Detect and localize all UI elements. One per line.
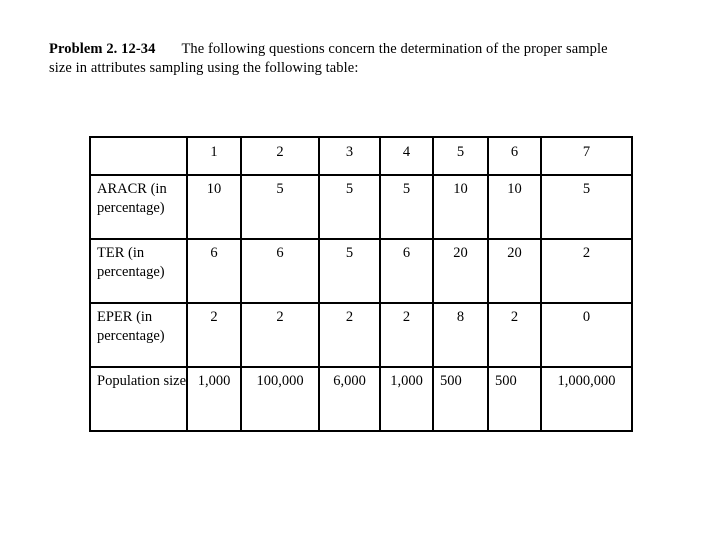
column-header: 6 <box>487 136 542 176</box>
column-header: 2 <box>240 136 320 176</box>
problem-statement: Problem 2. 12-34 The following questions … <box>49 40 689 78</box>
column-header: 5 <box>432 136 489 176</box>
row-label: Population size <box>89 366 188 432</box>
table-cell: 2 <box>379 302 434 368</box>
table-corner-cell <box>89 136 188 176</box>
table-header-row: 1 2 3 4 5 6 7 <box>89 136 633 176</box>
table-cell: 6 <box>186 238 242 304</box>
table-cell: 6,000 <box>318 366 381 432</box>
table-cell: 5 <box>379 174 434 240</box>
table-cell: 0 <box>540 302 633 368</box>
table-row-population: Population size 1,000 100,000 6,000 1,00… <box>89 366 633 432</box>
table-cell: 6 <box>379 238 434 304</box>
table-cell: 10 <box>487 174 542 240</box>
column-header: 4 <box>379 136 434 176</box>
problem-label: Problem 2. 12-34 <box>49 41 156 57</box>
table-row-eper: EPER (in percentage) 2 2 2 2 8 2 0 <box>89 302 633 368</box>
problem-text-line1: The following questions concern the dete… <box>181 41 608 57</box>
table-cell: 10 <box>186 174 242 240</box>
table-cell: 500 <box>487 366 542 432</box>
table-cell: 2 <box>487 302 542 368</box>
table-cell: 5 <box>318 238 381 304</box>
table-cell: 20 <box>432 238 489 304</box>
table-cell: 5 <box>540 174 633 240</box>
table-cell: 1,000 <box>186 366 242 432</box>
row-label: ARACR (in percentage) <box>89 174 188 240</box>
table-cell: 2 <box>540 238 633 304</box>
table-cell: 500 <box>432 366 489 432</box>
table-cell: 2 <box>318 302 381 368</box>
table-cell: 1,000,000 <box>540 366 633 432</box>
column-header: 1 <box>186 136 242 176</box>
row-label: TER (in percentage) <box>89 238 188 304</box>
table-cell: 100,000 <box>240 366 320 432</box>
table-cell: 2 <box>186 302 242 368</box>
column-header: 7 <box>540 136 633 176</box>
table-cell: 20 <box>487 238 542 304</box>
table-cell: 6 <box>240 238 320 304</box>
problem-text-line2: size in attributes sampling using the fo… <box>49 60 359 76</box>
sampling-table: 1 2 3 4 5 6 7 ARACR (in percentage) 10 5… <box>89 136 633 432</box>
table-row-aracr: ARACR (in percentage) 10 5 5 5 10 10 5 <box>89 174 633 240</box>
table-row-ter: TER (in percentage) 6 6 5 6 20 20 2 <box>89 238 633 304</box>
table-cell: 10 <box>432 174 489 240</box>
table-cell: 2 <box>240 302 320 368</box>
table-cell: 5 <box>240 174 320 240</box>
table-cell: 1,000 <box>379 366 434 432</box>
column-header: 3 <box>318 136 381 176</box>
table-cell: 5 <box>318 174 381 240</box>
row-label: EPER (in percentage) <box>89 302 188 368</box>
table-cell: 8 <box>432 302 489 368</box>
